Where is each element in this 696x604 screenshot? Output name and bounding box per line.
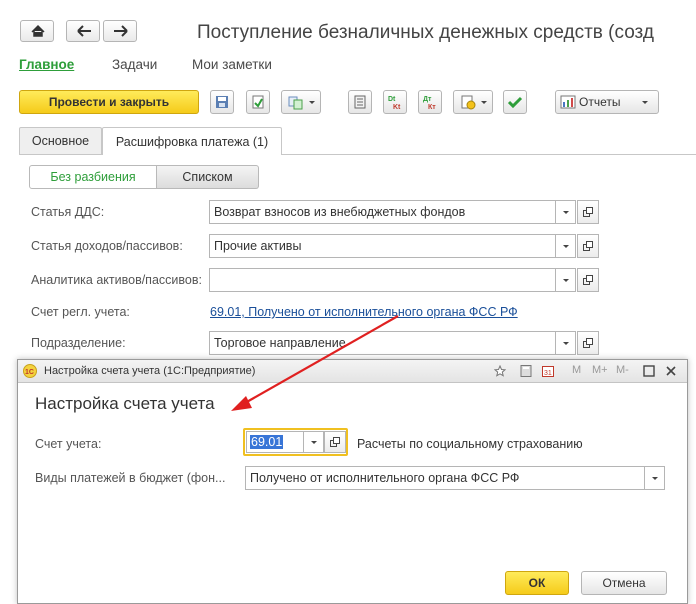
memory-minus-button[interactable]: M- <box>616 364 629 376</box>
related-docs-button[interactable] <box>281 90 321 114</box>
division-dropdown[interactable] <box>556 331 576 355</box>
division-field[interactable]: Торговое направление <box>209 331 556 355</box>
segment-no-split[interactable]: Без разбиения <box>29 165 157 189</box>
dialog-titlebar: 1С Настройка счета учета (1С:Предприятие… <box>18 360 687 383</box>
related-docs-icon <box>288 96 303 110</box>
chevron-down-icon <box>642 101 648 104</box>
maximize-icon[interactable] <box>643 365 655 377</box>
section-notes[interactable]: Мои заметки <box>192 57 272 72</box>
ledger-button[interactable] <box>348 90 372 114</box>
dialog-payments-label: Виды платежей в бюджет (фон... <box>35 471 226 485</box>
reports-button[interactable]: Отчеты <box>555 90 659 114</box>
calendar-glyph: 31 <box>544 370 552 377</box>
dialog-account-open-button[interactable] <box>324 431 346 453</box>
open-icon <box>583 241 593 251</box>
account-link[interactable]: 69.01, Получено от исполнительного орган… <box>210 305 518 319</box>
app-logo-icon: 1С <box>23 364 37 378</box>
division-open-button[interactable] <box>577 331 599 355</box>
open-icon <box>583 207 593 217</box>
forward-button[interactable] <box>103 20 137 42</box>
dialog-account-label: Счет учета: <box>35 437 102 451</box>
dt-ct-red-icon: Дт Кт <box>423 96 436 110</box>
chevron-down-icon <box>562 341 569 345</box>
division-label: Подразделение: <box>31 336 126 350</box>
dt-ct-button[interactable]: Dt Kt <box>383 90 407 114</box>
segment-list[interactable]: Списком <box>157 165 259 189</box>
income-field[interactable]: Прочие активы <box>209 234 556 258</box>
chevron-down-icon <box>310 440 317 444</box>
dialog-window-title: Настройка счета учета (1С:Предприятие) <box>44 365 256 377</box>
income-open-button[interactable] <box>577 234 599 258</box>
chevron-down-icon <box>562 244 569 248</box>
section-main[interactable]: Главное <box>19 57 74 72</box>
dds-dropdown[interactable] <box>556 200 576 224</box>
arrow-left-icon <box>77 25 91 37</box>
calendar-icon[interactable]: 31 <box>542 365 554 377</box>
open-icon <box>583 275 593 285</box>
dialog-account-field[interactable]: 69.01 <box>246 431 304 453</box>
dds-field[interactable]: Возврат взносов из внебюджетных фондов <box>209 200 556 224</box>
post-and-close-button[interactable]: Провести и закрыть <box>19 90 199 114</box>
memory-button[interactable]: M <box>572 364 581 376</box>
analytics-open-button[interactable] <box>577 268 599 292</box>
chevron-down-icon <box>481 100 487 104</box>
cancel-button[interactable]: Отмена <box>581 571 667 595</box>
section-tasks[interactable]: Задачи <box>112 57 157 72</box>
post-icon <box>252 95 264 109</box>
back-button[interactable] <box>66 20 100 42</box>
post-button[interactable] <box>246 90 270 114</box>
account-setup-dialog: 1С Настройка счета учета (1С:Предприятие… <box>17 359 688 604</box>
memory-plus-button[interactable]: M+ <box>592 364 608 376</box>
app-logo-text: 1С <box>25 369 34 376</box>
dialog-account-dropdown[interactable] <box>304 431 324 453</box>
close-icon[interactable] <box>665 365 677 377</box>
analytics-dropdown[interactable] <box>556 268 576 292</box>
dialog-heading: Настройка счета учета <box>35 394 215 413</box>
chevron-down-icon <box>562 278 569 282</box>
dds-open-button[interactable] <box>577 200 599 224</box>
open-icon <box>583 338 593 348</box>
open-icon <box>330 437 340 447</box>
dt-ru-glyph: Дт <box>423 96 432 103</box>
kt-ru-glyph: Кт <box>428 104 436 110</box>
home-icon <box>31 24 45 37</box>
dialog-account-description: Расчеты по социальному страхованию <box>357 437 583 451</box>
chevron-down-icon <box>309 100 315 104</box>
save-icon <box>216 96 228 108</box>
ok-button[interactable]: ОК <box>505 571 569 595</box>
check-button[interactable] <box>503 90 527 114</box>
kt-glyph: Kt <box>393 104 401 110</box>
analytics-label: Аналитика активов/пассивов: <box>31 273 202 287</box>
save-button[interactable] <box>210 90 234 114</box>
dt-ct-icon: Dt Kt <box>388 96 401 110</box>
dds-label: Статья ДДС: <box>31 205 105 219</box>
arrow-right-icon <box>114 25 128 37</box>
income-label: Статья доходов/пассивов: <box>31 239 183 253</box>
dt-glyph: Dt <box>388 96 396 103</box>
analytics-field[interactable] <box>209 268 556 292</box>
dialog-payments-field[interactable]: Получено от исполнительного органа ФСС Р… <box>245 466 645 490</box>
tab-main[interactable]: Основное <box>19 127 102 154</box>
tab-payment-breakdown[interactable]: Расшифровка платежа (1) <box>102 127 282 155</box>
print-icon <box>461 95 476 110</box>
account-label: Счет регл. учета: <box>31 305 130 319</box>
ledger-icon <box>354 95 366 109</box>
income-dropdown[interactable] <box>556 234 576 258</box>
chevron-down-icon <box>562 210 569 214</box>
reports-label: Отчеты <box>579 95 621 109</box>
dt-ct-ru-button[interactable]: Дт Кт <box>418 90 442 114</box>
home-button[interactable] <box>20 20 54 42</box>
calculator-icon[interactable] <box>520 365 532 377</box>
dialog-payments-dropdown[interactable] <box>645 466 665 490</box>
reports-icon <box>560 95 576 109</box>
check-icon <box>507 96 523 109</box>
chevron-down-icon <box>651 476 658 480</box>
favorite-icon[interactable] <box>494 365 506 377</box>
print-button[interactable] <box>453 90 493 114</box>
dialog-account-value: 69.01 <box>250 435 284 449</box>
window-title: Поступление безналичных денежных средств… <box>197 22 654 43</box>
